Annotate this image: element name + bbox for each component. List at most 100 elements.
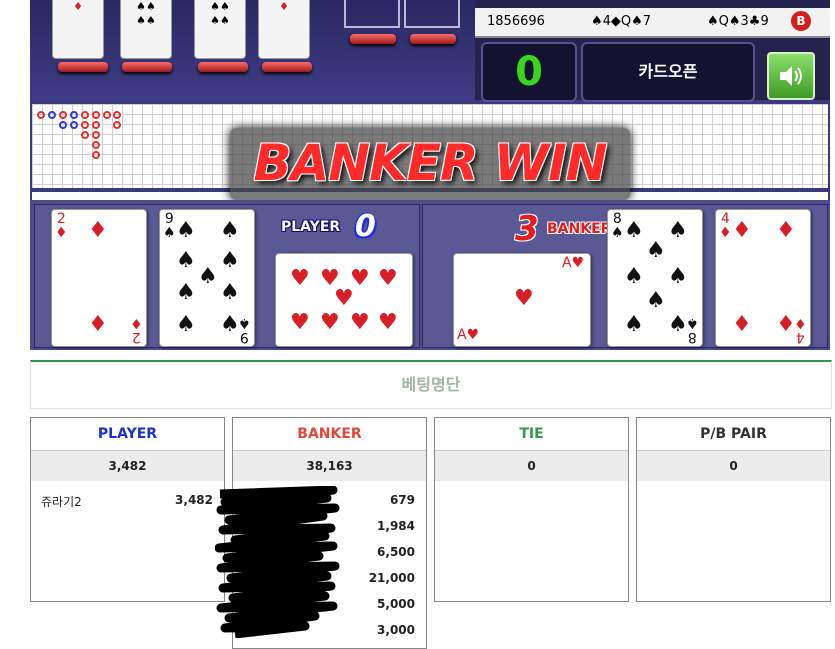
column-header: P/B PAIR [637,418,830,451]
redaction-scribble [215,486,340,638]
card-pip: ♥ [350,310,370,335]
column-total: 3,482 [31,451,224,481]
road-dot [81,131,89,139]
chip-slot [198,62,248,72]
empty-card-slot [344,0,400,28]
bet-rows: 쥬라기2 3,482 [31,481,224,601]
column-total: 0 [637,451,830,481]
card-index: 9 ♠ [238,315,251,345]
card-pip: ♥ [378,310,398,335]
card-pip: ♠ [176,248,196,273]
card-pip: ♥ [514,286,534,311]
card-pip: ♠ [624,264,644,289]
bet-amount: 1,984 [377,519,415,533]
pair-bets-column: P/B PAIR 0 [636,417,831,602]
card-pip: ♠ [646,238,666,263]
player-side: 2 ♦ ♦ ♦ 2 ♦ 9 ♠ ♠ ♠ ♠ ♠ ♠ ♠ ♠ ♠ ♠ 9 ♠ PLAYER… [34,204,420,348]
road-dot [59,121,67,129]
round-id: 1856696 [487,14,545,29]
card-index: A♥ [457,327,480,343]
card-open-button[interactable]: 카드오픈 [581,42,755,102]
empty-card-slot [404,0,460,28]
card-pip: ♦ [776,312,796,337]
card-pip: ♠ [624,312,644,337]
column-header: PLAYER [31,418,224,451]
chip-slot [122,62,172,72]
tie-bets-column: TIE 0 [434,417,629,602]
road-dot [92,111,100,119]
road-dot [113,111,121,119]
bet-amount: 3,482 [175,493,213,507]
card-pip: ♠ [624,218,644,243]
bettor-name: 쥬라기2 [41,495,82,509]
card-index: 8 ♠ [611,211,624,241]
card-pip: ♠ [668,264,688,289]
card-pip: ♠ [668,218,688,243]
mini-card: ♠♠ ♠♠ [120,0,172,59]
card-index: 2 ♦ [55,211,68,241]
card-pip: ♦ [732,312,752,337]
player-score: 0 [355,209,376,244]
road-dot [59,111,67,119]
card-pip: ♠ [220,218,240,243]
column-header: BANKER [233,418,426,451]
card-pip: ♠ [220,280,240,305]
card-pip: ♠ [668,312,688,337]
road-dot [70,121,78,129]
mini-card: ♠♠ ♠♠ [194,0,246,59]
road-dot [70,111,78,119]
chip-slot [410,34,456,44]
banker-card-2: 8 ♠ ♠ ♠ ♠ ♠ ♠ ♠ ♠ ♠ 8 ♠ [607,209,703,347]
card-pip: ♥ [334,286,354,311]
game-table: ♦ ♠♠ ♠♠ ♠♠ ♠♠ ♦ 1856696 ♠4◆Q♠7 ♠Q♠3♣9 B 0 … [30,0,830,350]
card-pip: ♦ [88,312,108,337]
bet-amount: 679 [389,493,415,507]
card-pip: ♠ [220,248,240,273]
road-dot [37,111,45,119]
card-index: A♥ [562,255,585,271]
banker-card-history: ♠Q♠3♣9 [707,14,769,29]
bet-rows [637,481,830,601]
column-header: TIE [435,418,628,451]
road-dot [48,111,56,119]
card-pip: ♠ [176,218,196,243]
card-pip: ♦ [732,218,752,243]
banker-label: BANKER [547,221,612,237]
bet-amount: 3,000 [377,623,415,637]
column-total: 0 [435,451,628,481]
player-card-1: 2 ♦ ♦ ♦ 2 ♦ [51,209,147,347]
mini-card: ♦ [52,0,104,59]
card-pip: ♠ [220,312,240,337]
player-card-2: 9 ♠ ♠ ♠ ♠ ♠ ♠ ♠ ♠ ♠ ♠ 9 ♠ [159,209,255,347]
result-banner: BANKER WIN [230,128,630,200]
mini-card: ♦ [258,0,310,59]
card-pip: ♠ [176,280,196,305]
card-pip: ♦ [776,218,796,243]
road-dot [92,131,100,139]
road-dot [103,111,111,119]
betting-list-title: 베팅명단 [30,360,832,409]
result-badge: B [791,11,811,31]
card-pip: ♥ [320,310,340,335]
speaker-icon[interactable] [767,52,815,100]
player-card-3: ♥ ♥ ♥ ♥ ♥ ♥ ♥ ♥ ♥ [275,253,413,347]
card-pip: ♦ [88,218,108,243]
road-dot [92,151,100,159]
bet-amount: 21,000 [368,571,415,585]
player-card-history: ♠4◆Q♠7 [591,14,652,29]
banker-side: 3 BANKER ♥ A♥ A♥ 8 ♠ ♠ ♠ ♠ ♠ ♠ ♠ ♠ ♠ 8 ♠ 4… [422,204,828,348]
countdown-counter: 0 [481,42,577,102]
history-row: 1856696 ♠4◆Q♠7 ♠Q♠3♣9 B [475,8,830,38]
card-index: 4 ♦ [719,211,732,241]
road-dot [113,121,121,129]
banker-score: 3 [515,209,539,249]
info-panel: 1856696 ♠4◆Q♠7 ♠Q♠3♣9 B 0 카드오픈 [475,0,830,102]
column-total: 38,163 [233,451,426,481]
card-pip: ♠ [198,264,218,289]
card-index: 9 ♠ [163,211,176,241]
result-banner-text: BANKER WIN [253,134,607,192]
bet-amount: 6,500 [377,545,415,559]
dealt-cards-strip: ♦ ♠♠ ♠♠ ♠♠ ♠♠ ♦ [30,0,475,100]
road-dot [81,111,89,119]
card-index: 4 ♦ [794,315,807,345]
